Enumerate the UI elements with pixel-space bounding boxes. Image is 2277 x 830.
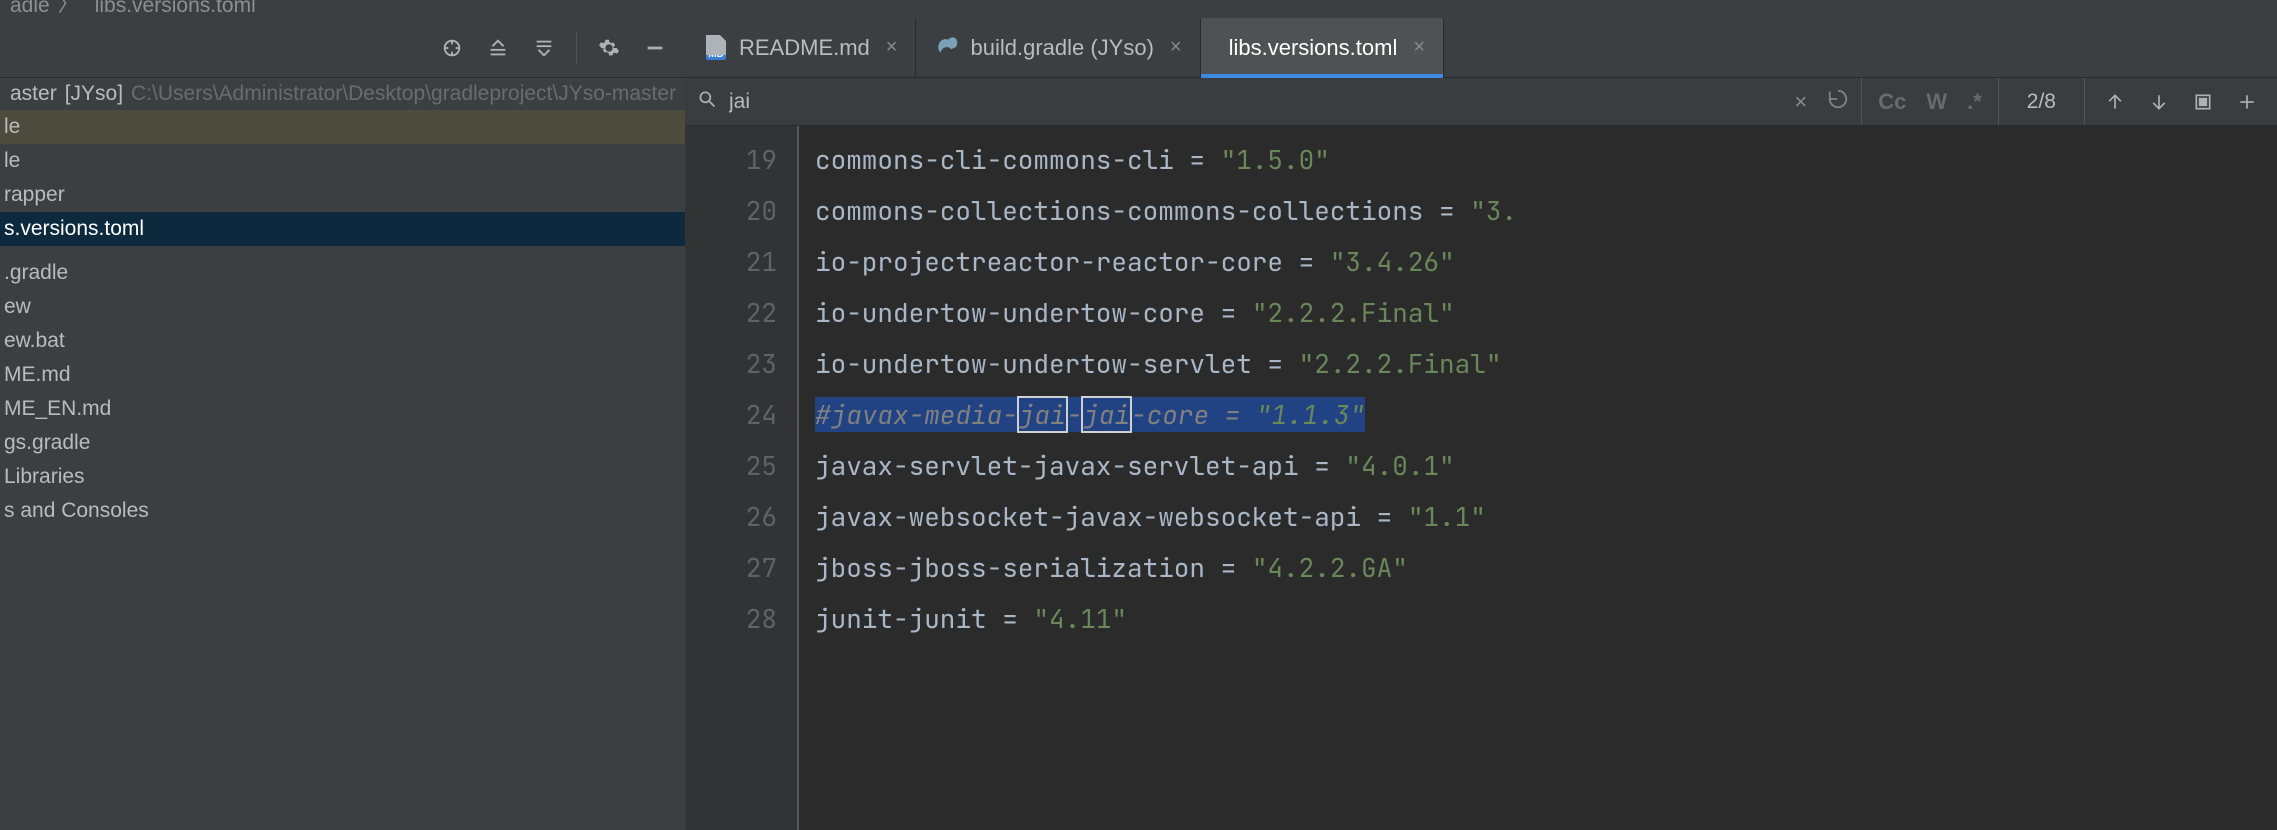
code-line[interactable]: junit-junit = "4.11" xyxy=(799,593,2277,644)
tree-item[interactable]: s.versions.toml xyxy=(0,212,685,246)
tree-item[interactable]: Libraries xyxy=(0,460,685,494)
tree-item[interactable]: ew.bat xyxy=(0,324,685,358)
tree-item[interactable]: .gradle xyxy=(0,256,685,290)
search-input[interactable] xyxy=(729,90,1774,114)
code-line[interactable]: javax-websocket-javax-websocket-api = "1… xyxy=(799,491,2277,542)
clear-search-icon[interactable]: × xyxy=(1786,89,1815,115)
project-name: aster xyxy=(10,82,57,106)
tab-label: build.gradle (JYso) xyxy=(970,35,1153,61)
tree-item[interactable]: ME_EN.md xyxy=(0,392,685,426)
prev-match-icon[interactable] xyxy=(2105,92,2125,112)
project-bracket: [JYso] xyxy=(65,82,123,106)
close-tab-icon[interactable]: × xyxy=(1170,36,1182,59)
project-path: C:\Users\Administrator\Desktop\gradlepro… xyxy=(131,82,676,106)
select-all-occurrences-icon[interactable] xyxy=(2193,92,2213,112)
code-editor[interactable]: 19202122232425262728 commons-cli-commons… xyxy=(685,126,2277,830)
search-history-icon[interactable] xyxy=(1827,88,1849,116)
editor-tab[interactable]: libs.versions.toml × xyxy=(1201,18,1444,77)
tree-item[interactable]: le xyxy=(0,110,685,144)
code-line[interactable]: commons-cli-commons-cli = "1.5.0" xyxy=(799,134,2277,185)
gradle-file-icon xyxy=(934,34,960,62)
breadcrumb-seg[interactable]: adle xyxy=(10,0,50,18)
regex-toggle[interactable]: .* xyxy=(1967,89,1982,115)
expand-all-icon[interactable] xyxy=(484,34,512,62)
code-line[interactable]: io-undertow-undertow-core = "2.2.2.Final… xyxy=(799,287,2277,338)
add-search-icon[interactable] xyxy=(2237,92,2257,112)
editor-tabs: MDREADME.md×build.gradle (JYso)×libs.ver… xyxy=(685,18,2277,78)
editor-tab[interactable]: MD README.md × xyxy=(685,18,916,77)
line-gutter: 19202122232425262728 xyxy=(685,126,797,830)
code-line[interactable]: commons-collections-commons-collections … xyxy=(799,185,2277,236)
collapse-all-icon[interactable] xyxy=(530,34,558,62)
close-tab-icon[interactable]: × xyxy=(1413,36,1425,59)
project-root-row[interactable]: aster [JYso] C:\Users\Administrator\Desk… xyxy=(0,78,685,110)
search-icon xyxy=(697,89,717,115)
code-line[interactable]: javax-servlet-javax-servlet-api = "4.0.1… xyxy=(799,440,2277,491)
tree-item[interactable]: s and Consoles xyxy=(0,494,685,528)
editor-tab[interactable]: build.gradle (JYso) × xyxy=(916,18,1200,77)
breadcrumb: adle 〉 libs.versions.toml xyxy=(0,0,2277,18)
hide-icon[interactable] xyxy=(641,34,669,62)
code-line[interactable]: io-projectreactor-reactor-core = "3.4.26… xyxy=(799,236,2277,287)
whole-word-toggle[interactable]: W xyxy=(1926,89,1947,115)
next-match-icon[interactable] xyxy=(2149,92,2169,112)
project-tool-window: aster [JYso] C:\Users\Administrator\Desk… xyxy=(0,18,685,830)
chevron-right-icon: 〉 xyxy=(58,0,79,18)
tab-label: libs.versions.toml xyxy=(1229,35,1398,61)
select-opened-file-icon[interactable] xyxy=(438,34,466,62)
project-tree[interactable]: lelerappers.versions.toml.gradleewew.bat… xyxy=(0,110,685,830)
tab-label: README.md xyxy=(739,35,870,61)
close-tab-icon[interactable]: × xyxy=(886,36,898,59)
breadcrumb-seg[interactable]: libs.versions.toml xyxy=(95,0,256,18)
search-result-count: 2/8 xyxy=(1999,78,2085,125)
tree-item[interactable]: gs.gradle xyxy=(0,426,685,460)
tree-item[interactable]: rapper xyxy=(0,178,685,212)
code-line[interactable]: jboss-jboss-serialization = "4.2.2.GA" xyxy=(799,542,2277,593)
find-bar: × Cc W .* 2/8 xyxy=(685,78,2277,126)
project-toolbar xyxy=(0,18,685,78)
tree-item[interactable] xyxy=(0,246,685,256)
code-line[interactable]: #javax-media-jai-jai-core = "1.1.3" xyxy=(799,389,2277,440)
tree-item[interactable]: ew xyxy=(0,290,685,324)
code-line[interactable]: io-undertow-undertow-servlet = "2.2.2.Fi… xyxy=(799,338,2277,389)
tree-item[interactable]: ME.md xyxy=(0,358,685,392)
markdown-file-icon: MD xyxy=(703,35,729,60)
tree-item[interactable]: le xyxy=(0,144,685,178)
match-case-toggle[interactable]: Cc xyxy=(1878,89,1906,115)
gear-icon[interactable] xyxy=(595,34,623,62)
